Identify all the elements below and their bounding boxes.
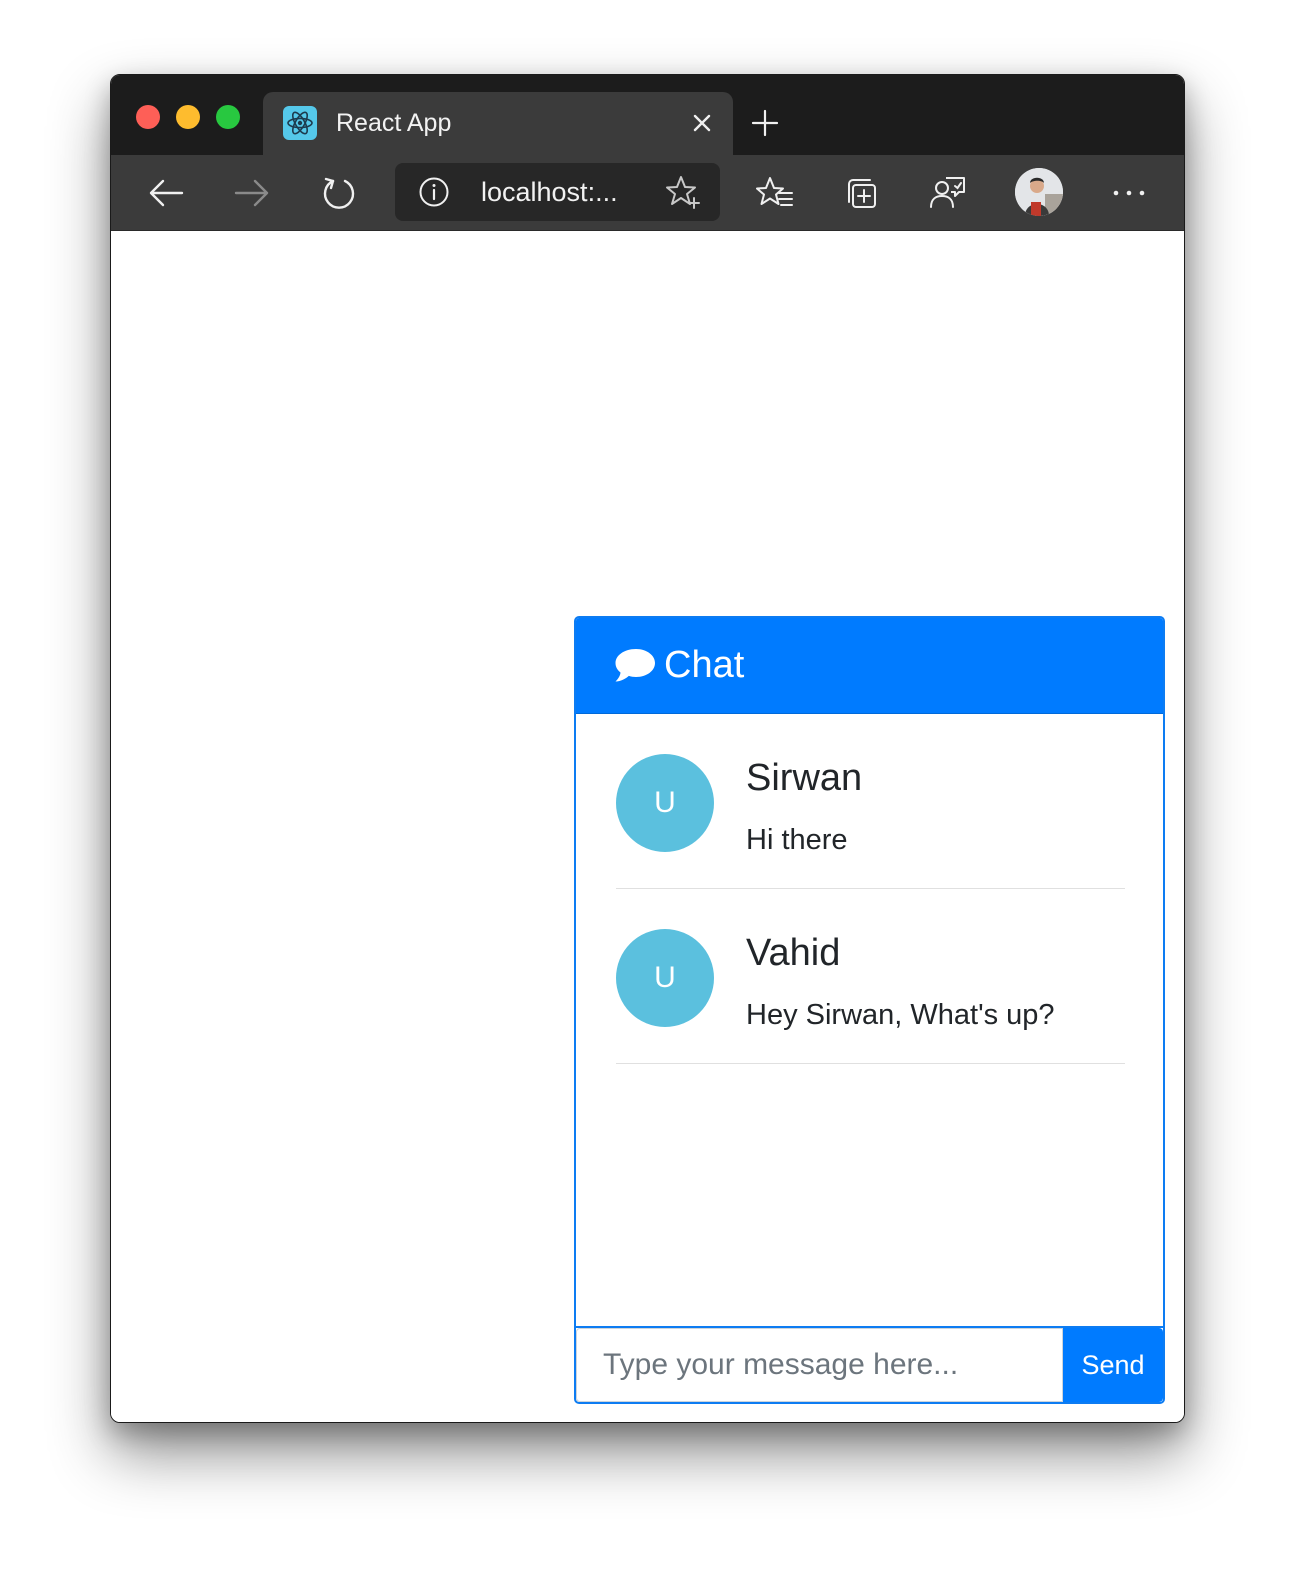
close-window-button[interactable] — [136, 105, 160, 129]
address-url: localhost:... — [481, 177, 618, 207]
address-bar[interactable]: localhost:... — [395, 163, 720, 221]
message-input[interactable] — [576, 1328, 1063, 1402]
profile-avatar[interactable] — [1015, 168, 1063, 216]
tab-strip: React App — [111, 75, 1184, 155]
message-author: Vahid — [746, 932, 841, 974]
chat-title: Chat — [664, 644, 745, 686]
react-logo-icon — [283, 106, 317, 140]
close-tab-icon[interactable] — [685, 106, 719, 140]
new-tab-plus-icon[interactable] — [747, 105, 783, 141]
tab-react-app[interactable]: React App — [263, 92, 733, 155]
send-button[interactable]: Send — [1063, 1328, 1163, 1402]
add-favorite-star-icon[interactable] — [664, 173, 702, 211]
collections-icon[interactable] — [840, 171, 884, 215]
info-icon[interactable] — [417, 175, 451, 209]
feedback-icon[interactable] — [926, 171, 970, 215]
favorites-icon[interactable] — [753, 171, 797, 215]
chat-input-row: Send — [576, 1326, 1163, 1402]
tab-title: React App — [336, 109, 452, 137]
more-icon[interactable] — [1107, 171, 1151, 215]
chat-widget: Chat U Sirwan Hi there U Vahid Hey Sirwa… — [574, 616, 1165, 1404]
forward-arrow-icon[interactable] — [230, 171, 274, 215]
message-text: Hey Sirwan, What's up? — [746, 999, 1055, 1031]
page-content: Chat U Sirwan Hi there U Vahid Hey Sirwa… — [111, 231, 1184, 1422]
message-author: Sirwan — [746, 757, 863, 799]
speech-bubble-icon — [615, 649, 655, 682]
minimize-window-button[interactable] — [176, 105, 200, 129]
browser-toolbar: localhost:... — [111, 155, 1184, 231]
back-arrow-icon[interactable] — [144, 171, 188, 215]
browser-window: React App localhost:... Chat U Sirwan Hi… — [110, 74, 1185, 1423]
reload-icon[interactable] — [317, 171, 361, 215]
chat-header: Chat — [576, 618, 1163, 714]
avatar: U — [616, 754, 714, 852]
message-text: Hi there — [746, 824, 848, 856]
zoom-window-button[interactable] — [216, 105, 240, 129]
chat-message: U Sirwan Hi there — [616, 714, 1125, 889]
chat-message: U Vahid Hey Sirwan, What's up? — [616, 889, 1125, 1064]
avatar: U — [616, 929, 714, 1027]
